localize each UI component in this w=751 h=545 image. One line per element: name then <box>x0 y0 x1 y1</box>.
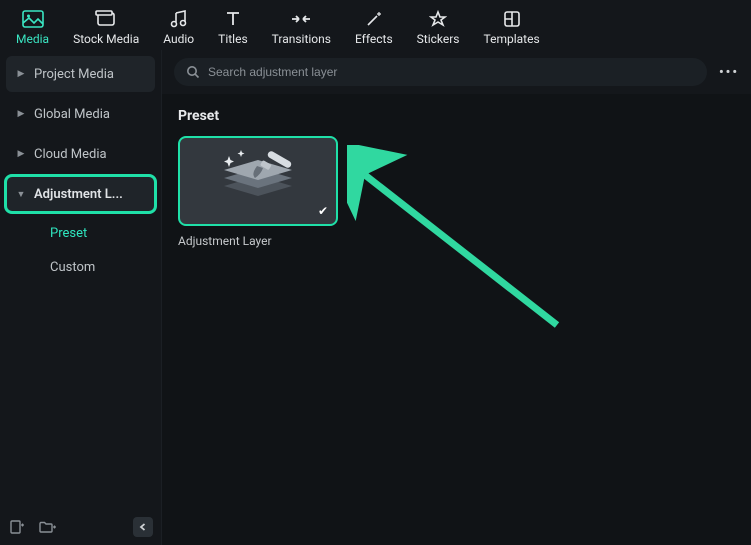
tab-stock-label: Stock Media <box>73 32 139 46</box>
content-area: ••• Preset <box>162 50 751 545</box>
section-title: Preset <box>178 108 735 124</box>
sidebar-item-label: Global Media <box>34 107 110 122</box>
sticker-icon <box>429 8 447 30</box>
tab-titles[interactable]: Titles <box>210 4 255 54</box>
tab-transitions[interactable]: Transitions <box>264 4 339 54</box>
collapse-sidebar-button[interactable] <box>133 517 153 537</box>
search-box[interactable] <box>174 58 707 86</box>
sidebar-list: ▶ Project Media ▶ Global Media ▶ Cloud M… <box>0 50 161 511</box>
check-icon: ✔ <box>318 204 328 218</box>
tab-effects[interactable]: Effects <box>347 4 401 54</box>
sidebar-sub-label: Custom <box>50 260 95 275</box>
tab-templates[interactable]: Templates <box>476 4 548 54</box>
tab-stickers[interactable]: Stickers <box>409 4 468 54</box>
sidebar-item-cloud-media[interactable]: ▶ Cloud Media <box>6 136 155 172</box>
tab-audio-label: Audio <box>163 32 194 46</box>
caret-right-icon: ▶ <box>14 69 28 79</box>
text-icon <box>224 8 242 30</box>
preset-card-label: Adjustment Layer <box>178 234 338 248</box>
sidebar-sub-preset[interactable]: Preset <box>6 216 155 250</box>
sidebar-item-project-media[interactable]: ▶ Project Media <box>6 56 155 92</box>
sidebar-item-adjustment-layer[interactable]: ▼ Adjustment L... <box>6 176 155 212</box>
sidebar-item-global-media[interactable]: ▶ Global Media <box>6 96 155 132</box>
adjustment-layer-thumb-icon <box>203 144 313 218</box>
transition-icon <box>290 8 312 30</box>
sidebar-footer <box>0 511 161 545</box>
more-options-button[interactable]: ••• <box>719 65 739 80</box>
main-area: ▶ Project Media ▶ Global Media ▶ Cloud M… <box>0 50 751 545</box>
content-body: Preset <box>162 94 751 545</box>
layout-icon <box>503 8 521 30</box>
top-tabs: Media Stock Media Audio Titles Transitio… <box>0 0 751 50</box>
preset-card-wrap: ✔ Adjustment Layer <box>178 136 338 248</box>
sidebar-item-label: Project Media <box>34 67 114 82</box>
tab-stickers-label: Stickers <box>417 32 460 46</box>
tab-titles-label: Titles <box>218 32 247 46</box>
sidebar-item-label: Cloud Media <box>34 147 107 162</box>
adjustment-layer-card[interactable]: ✔ <box>178 136 338 226</box>
search-icon <box>186 65 200 79</box>
tab-media-label: Media <box>16 32 49 46</box>
sidebar-item-label: Adjustment L... <box>34 187 123 202</box>
archive-icon <box>95 8 117 30</box>
photo-icon <box>22 8 44 30</box>
caret-right-icon: ▶ <box>14 149 28 159</box>
tab-media[interactable]: Media <box>8 4 57 54</box>
tab-stock-media[interactable]: Stock Media <box>65 4 147 54</box>
sidebar-sub-custom[interactable]: Custom <box>6 250 155 284</box>
sidebar: ▶ Project Media ▶ Global Media ▶ Cloud M… <box>0 50 162 545</box>
music-icon <box>170 8 188 30</box>
caret-down-icon: ▼ <box>14 189 28 200</box>
tab-audio[interactable]: Audio <box>155 4 202 54</box>
search-row: ••• <box>162 50 751 94</box>
tab-templates-label: Templates <box>484 32 540 46</box>
wand-icon <box>365 8 383 30</box>
caret-right-icon: ▶ <box>14 109 28 119</box>
new-file-icon[interactable] <box>8 518 26 536</box>
tab-transitions-label: Transitions <box>272 32 331 46</box>
tab-effects-label: Effects <box>355 32 393 46</box>
sidebar-sub-label: Preset <box>50 226 87 241</box>
new-folder-icon[interactable] <box>38 518 56 536</box>
search-input[interactable] <box>208 65 695 79</box>
